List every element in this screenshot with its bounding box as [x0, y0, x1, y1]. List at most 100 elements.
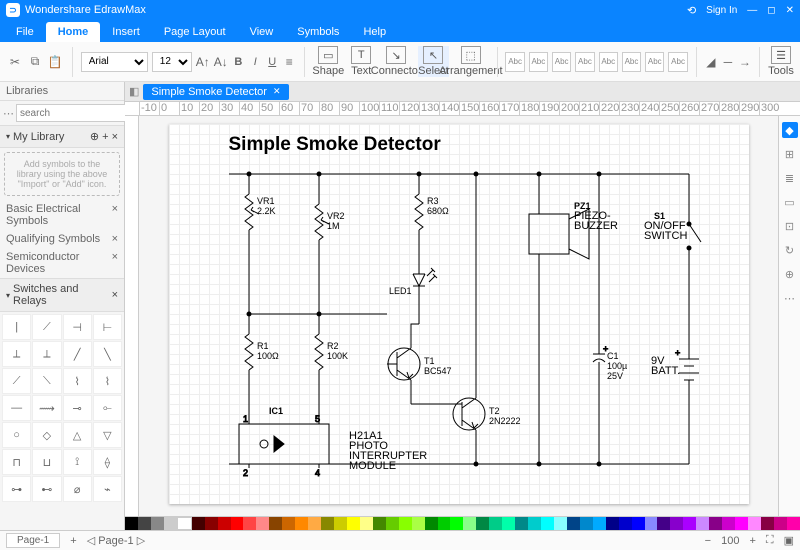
canvas[interactable]: Simple Smoke Detector [139, 116, 778, 516]
share-icon[interactable]: ⟲ [687, 4, 696, 17]
symbol[interactable]: ⟋ [32, 314, 61, 340]
symbol[interactable]: — [2, 395, 31, 421]
menu-home[interactable]: Home [46, 22, 101, 42]
italic-icon[interactable]: I [249, 53, 262, 71]
zoom-out-icon[interactable]: − [705, 535, 711, 547]
symbol[interactable]: ⌇ [93, 368, 122, 394]
menu-file[interactable]: File [4, 22, 46, 42]
symbol[interactable]: ⊷ [32, 476, 61, 502]
close-icon[interactable]: ✕ [786, 5, 794, 16]
align-icon[interactable]: ≡ [283, 53, 296, 71]
add-page-icon[interactable]: + [70, 535, 76, 547]
font-decrease-icon[interactable]: A↓ [214, 53, 228, 71]
fontsize-select[interactable]: 12 [152, 52, 192, 72]
format-icon[interactable]: ◆ [782, 122, 798, 138]
style-4[interactable]: Abc [575, 52, 594, 72]
document-tab[interactable]: Simple Smoke Detector✕ [143, 84, 288, 100]
symbol[interactable]: | [2, 314, 31, 340]
layers-icon[interactable]: ≣ [782, 170, 798, 186]
section-basic[interactable]: Basic Electrical Symbols× [0, 200, 124, 230]
history-icon[interactable]: ↻ [782, 242, 798, 258]
zoom-in-icon[interactable]: + [749, 535, 755, 547]
svg-text:+: + [675, 348, 680, 358]
svg-text:2.2K: 2.2K [257, 206, 276, 216]
symbol[interactable]: ○ [2, 422, 31, 448]
menu-symbols[interactable]: Symbols [285, 22, 351, 42]
color-palette[interactable] [125, 516, 800, 530]
symbol[interactable]: ⌁ [93, 476, 122, 502]
section-switches[interactable]: ▾Switches and Relays× [0, 278, 124, 312]
tab-close-icon[interactable]: ✕ [273, 86, 281, 97]
style-3[interactable]: Abc [552, 52, 571, 72]
menu-view[interactable]: View [238, 22, 286, 42]
symbol[interactable]: ⟿ [32, 395, 61, 421]
line-icon[interactable]: ─ [721, 53, 734, 71]
fill-icon[interactable]: ◢ [704, 53, 717, 71]
svg-text:ON/OFFSWITCH: ON/OFFSWITCH [644, 220, 687, 242]
symbol[interactable]: ⊶ [2, 476, 31, 502]
page-tab[interactable]: Page-1 [6, 533, 60, 548]
tools-button[interactable]: ☰Tools [768, 46, 794, 77]
more-icon[interactable]: ⋯ [782, 290, 798, 306]
signin-link[interactable]: Sign In [706, 5, 737, 16]
style-2[interactable]: Abc [529, 52, 548, 72]
fit-icon[interactable]: ⛶ [766, 534, 774, 547]
symbol[interactable]: ⊔ [32, 449, 61, 475]
maximize-icon[interactable]: ◻ [767, 5, 775, 16]
page-icon[interactable]: ▭ [782, 194, 798, 210]
symbol[interactable]: ⟜ [93, 395, 122, 421]
arrangement-button[interactable]: ⬚Arrangement [453, 46, 489, 77]
underline-icon[interactable]: U [266, 53, 279, 71]
symbol[interactable]: ◇ [32, 422, 61, 448]
style-8[interactable]: Abc [668, 52, 687, 72]
svg-text:4: 4 [315, 468, 320, 478]
style-1[interactable]: Abc [505, 52, 524, 72]
svg-text:T2: T2 [489, 406, 500, 416]
symbol[interactable]: ⟋ [2, 368, 31, 394]
symbol[interactable]: ⌇ [63, 368, 92, 394]
arrow-icon[interactable]: → [738, 53, 751, 71]
symbol[interactable]: ╲ [93, 341, 122, 367]
ruler-vertical [125, 116, 139, 516]
connector-button[interactable]: ↘Connector [378, 46, 414, 77]
symbol[interactable]: ⟂ [2, 341, 31, 367]
symbol[interactable]: ⊢ [93, 314, 122, 340]
font-increase-icon[interactable]: A↑ [196, 53, 210, 71]
style-6[interactable]: Abc [622, 52, 641, 72]
symbol[interactable]: ⌀ [63, 476, 92, 502]
comments-icon[interactable]: ⊕ [782, 266, 798, 282]
copy-icon[interactable]: ⧉ [26, 53, 44, 71]
menu-pagelayout[interactable]: Page Layout [152, 22, 238, 42]
symbol[interactable]: ⊓ [2, 449, 31, 475]
svg-text:LED1: LED1 [389, 286, 412, 296]
symbol[interactable]: ⟠ [93, 449, 122, 475]
symbol[interactable]: ⊣ [63, 314, 92, 340]
minimize-icon[interactable]: — [747, 5, 757, 16]
symbol[interactable]: ▽ [93, 422, 122, 448]
symbol[interactable]: ⟟ [63, 449, 92, 475]
cut-icon[interactable]: ✂ [6, 53, 24, 71]
style-7[interactable]: Abc [645, 52, 664, 72]
font-select[interactable]: Arial [81, 52, 148, 72]
menu-insert[interactable]: Insert [100, 22, 152, 42]
svg-text:1: 1 [243, 414, 248, 424]
menu-help[interactable]: Help [351, 22, 398, 42]
symbol[interactable]: ⟂ [32, 341, 61, 367]
style-5[interactable]: Abc [599, 52, 618, 72]
grid-icon[interactable]: ⊞ [782, 146, 798, 162]
library-menu-icon[interactable]: ⋯ [3, 104, 14, 122]
section-qualifying[interactable]: Qualifying Symbols× [0, 230, 124, 248]
shape-button[interactable]: ▭Shape [312, 46, 344, 77]
bold-icon[interactable]: B [232, 53, 245, 71]
symbol[interactable]: ⊸ [63, 395, 92, 421]
fullscreen-icon[interactable]: ▣ [784, 534, 794, 547]
symbol[interactable]: ╱ [63, 341, 92, 367]
section-mylibrary[interactable]: ▾My Library⊕ + × [0, 125, 124, 148]
page[interactable]: Simple Smoke Detector [169, 124, 749, 504]
paste-icon[interactable]: 📋 [46, 53, 64, 71]
svg-text:R1: R1 [257, 341, 269, 351]
symbol[interactable]: △ [63, 422, 92, 448]
symbol[interactable]: ⟍ [32, 368, 61, 394]
section-semiconductor[interactable]: Semiconductor Devices× [0, 248, 124, 278]
properties-icon[interactable]: ⊡ [782, 218, 798, 234]
